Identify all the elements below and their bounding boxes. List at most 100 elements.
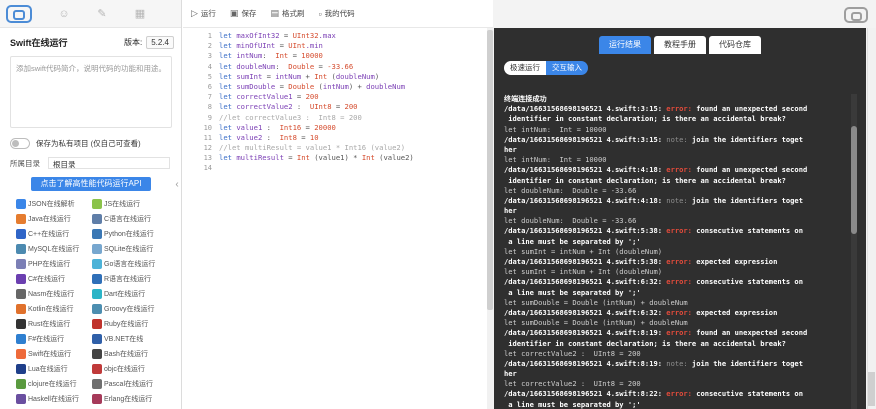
code-line[interactable]: let sumDouble = Double (intNum) + double… xyxy=(219,82,487,92)
collapse-arrow-icon[interactable]: ‹ xyxy=(172,178,182,192)
language-link[interactable]: Ruby在线运行 xyxy=(92,318,166,329)
language-link[interactable]: MySQL在线运行 xyxy=(16,243,90,254)
code-line[interactable]: let correctValue2 : UInt8 = 200 xyxy=(219,102,487,112)
grid-icon[interactable]: ▦ xyxy=(134,8,146,20)
code-line[interactable]: let minOfUInt = UInt.min xyxy=(219,41,487,51)
page-scrollbar-thumb[interactable] xyxy=(868,372,875,406)
code-token: Int xyxy=(361,153,375,163)
language-icon xyxy=(92,198,102,209)
console-output[interactable]: 终端连接成功/data/16631568698196521 4.swift:3:… xyxy=(504,94,854,409)
console-token: consecutive statements on xyxy=(691,389,803,399)
format-button[interactable]: ▤ 格式刷 xyxy=(270,8,304,19)
save-button[interactable]: ▣ 保存 xyxy=(230,8,257,19)
console-token: let sumInt = intNum + Int (doubleNum) xyxy=(504,246,663,256)
code-line[interactable]: //let correctValue3 : Int8 = 200 xyxy=(219,113,487,123)
console-line: a line must be separated by ';' xyxy=(504,288,854,298)
run-button[interactable]: ▷ 运行 xyxy=(191,8,216,19)
console-scrollbar-thumb[interactable] xyxy=(851,126,857,234)
output-panel: 运行结果 教程手册 代码仓库 极速运行 交互输入 终端连接成功/data/166… xyxy=(493,0,876,409)
private-toggle[interactable] xyxy=(10,138,30,149)
code-token: = xyxy=(301,122,315,132)
console-token: /data/16631568698196521 4.swift:6:32: xyxy=(504,307,667,317)
language-label: Lua在线运行 xyxy=(28,365,68,373)
console-line: let sumInt = intNum + Int (doubleNum) xyxy=(504,247,854,257)
language-link[interactable]: Swift在线运行 xyxy=(16,348,90,359)
code-line[interactable]: let intNum: Int = 10000 xyxy=(219,51,487,61)
code-line[interactable]: let value1 : Int16 = 20000 xyxy=(219,123,487,133)
language-link[interactable]: clojure在线运行 xyxy=(16,378,90,389)
language-link[interactable]: C#在线运行 xyxy=(16,273,90,284)
language-link[interactable]: objc在线运行 xyxy=(92,363,166,374)
code-editor[interactable]: 1 2 3 4 5 6 7 8 9 10 11 12 13 14 let maxOfInt32 = UIn… xyxy=(183,28,487,409)
language-label: Ruby在线运行 xyxy=(104,320,149,328)
console-line: 终端连接成功 xyxy=(504,94,854,104)
code-token: Int xyxy=(314,71,328,81)
language-link[interactable]: Pascal在线运行 xyxy=(92,378,166,389)
language-link[interactable]: Groovy在线运行 xyxy=(92,303,166,314)
line-number: 13 xyxy=(203,154,212,163)
language-link[interactable]: R语言在线运行 xyxy=(92,273,166,284)
code-token: + xyxy=(301,71,315,81)
code-token: correctValue1 xyxy=(236,92,293,102)
code-line[interactable]: let correctValue1 = 200 xyxy=(219,92,487,102)
language-link[interactable]: Go语言在线运行 xyxy=(92,258,166,269)
language-link[interactable]: SQLite在线运行 xyxy=(92,243,166,254)
language-link[interactable]: Java在线运行 xyxy=(16,213,90,224)
code-line[interactable]: let doubleNum: Double = -33.66 xyxy=(219,62,487,72)
language-link[interactable]: C++在线运行 xyxy=(16,228,90,239)
code-line[interactable]: //let multiResult = value1 * Int16 (valu… xyxy=(219,143,487,153)
language-link[interactable]: JS在线运行 xyxy=(92,198,166,209)
version-select[interactable]: 5.2.4 xyxy=(146,36,174,49)
code-token: : xyxy=(262,51,276,61)
language-link[interactable]: Python在线运行 xyxy=(92,228,166,239)
code-area[interactable]: let maxOfInt32 = UInt32.max let minOfUInt… xyxy=(219,31,487,174)
language-link[interactable]: Bash在线运行 xyxy=(92,348,166,359)
tab-run-result[interactable]: 运行结果 xyxy=(599,36,651,54)
language-link[interactable]: JSON在线解析 xyxy=(16,198,90,209)
language-link[interactable]: VB.NET在线 xyxy=(92,333,166,344)
code-line[interactable]: let multiResult = Int (value1) * Int (va… xyxy=(219,153,487,163)
edit-icon[interactable]: ✎ xyxy=(96,8,108,20)
tab-tutorial[interactable]: 教程手册 xyxy=(654,36,706,54)
language-label: Java在线运行 xyxy=(28,215,71,223)
code-line[interactable]: let value2 : Int8 = 10 xyxy=(219,133,487,143)
language-link[interactable]: Rust在线运行 xyxy=(16,318,90,329)
language-link[interactable]: Erlang在线运行 xyxy=(92,393,166,404)
code-line[interactable]: let sumInt = intNum + Int (doubleNum) xyxy=(219,72,487,82)
line-number: 9 xyxy=(207,113,212,122)
my-code-label: 我的代码 xyxy=(324,9,355,18)
brand-logo-icon xyxy=(844,7,868,23)
console-token: let intNum: Int = 10000 xyxy=(504,124,607,134)
directory-input[interactable]: 根目录 xyxy=(48,157,170,169)
my-code-button[interactable]: ▫ 我的代码 xyxy=(318,8,354,19)
language-label: MySQL在线运行 xyxy=(28,245,80,253)
language-label: C#在线运行 xyxy=(28,275,65,283)
logo-icon[interactable] xyxy=(6,4,32,23)
mode-fast-run[interactable]: 极速运行 xyxy=(504,61,546,75)
code-token: //let correctValue3 : Int8 = 200 xyxy=(219,112,362,122)
language-icon xyxy=(16,288,26,299)
console-token: let correctValue2 : UInt8 = 200 xyxy=(504,348,641,358)
tab-repository[interactable]: 代码仓库 xyxy=(709,36,761,54)
code-line[interactable] xyxy=(219,163,487,173)
description-textarea[interactable]: 添加swift代码简介，说明代码的功能和用途。 xyxy=(10,56,172,128)
language-link[interactable]: F#在线运行 xyxy=(16,333,90,344)
language-link[interactable]: Lua在线运行 xyxy=(16,363,90,374)
code-line[interactable]: let maxOfInt32 = UInt32.max xyxy=(219,31,487,41)
console-token: /data/16631568698196521 4.swift:4:18: xyxy=(504,165,667,175)
language-link[interactable]: C语言在线运行 xyxy=(92,213,166,224)
page-scrollbar[interactable] xyxy=(867,28,876,409)
language-link[interactable]: Kotlin在线运行 xyxy=(16,303,90,314)
language-link[interactable]: PHP在线运行 xyxy=(16,258,90,269)
language-label: R语言在线运行 xyxy=(104,275,152,283)
mode-interactive-input[interactable]: 交互输入 xyxy=(546,61,588,75)
user-icon[interactable]: ☺ xyxy=(58,8,70,20)
console-token: let intNum: Int = 10000 xyxy=(504,155,607,165)
code-token: = xyxy=(275,41,289,51)
console-token: /data/16631568698196521 4.swift:8:19: xyxy=(504,358,667,368)
console-token: error: xyxy=(666,277,692,287)
language-link[interactable]: Haskell在线运行 xyxy=(16,393,90,404)
language-link[interactable]: Nasm在线运行 xyxy=(16,288,90,299)
language-link[interactable]: Dart在线运行 xyxy=(92,288,166,299)
api-button[interactable]: 点击了解高性能代码运行API xyxy=(31,177,151,191)
